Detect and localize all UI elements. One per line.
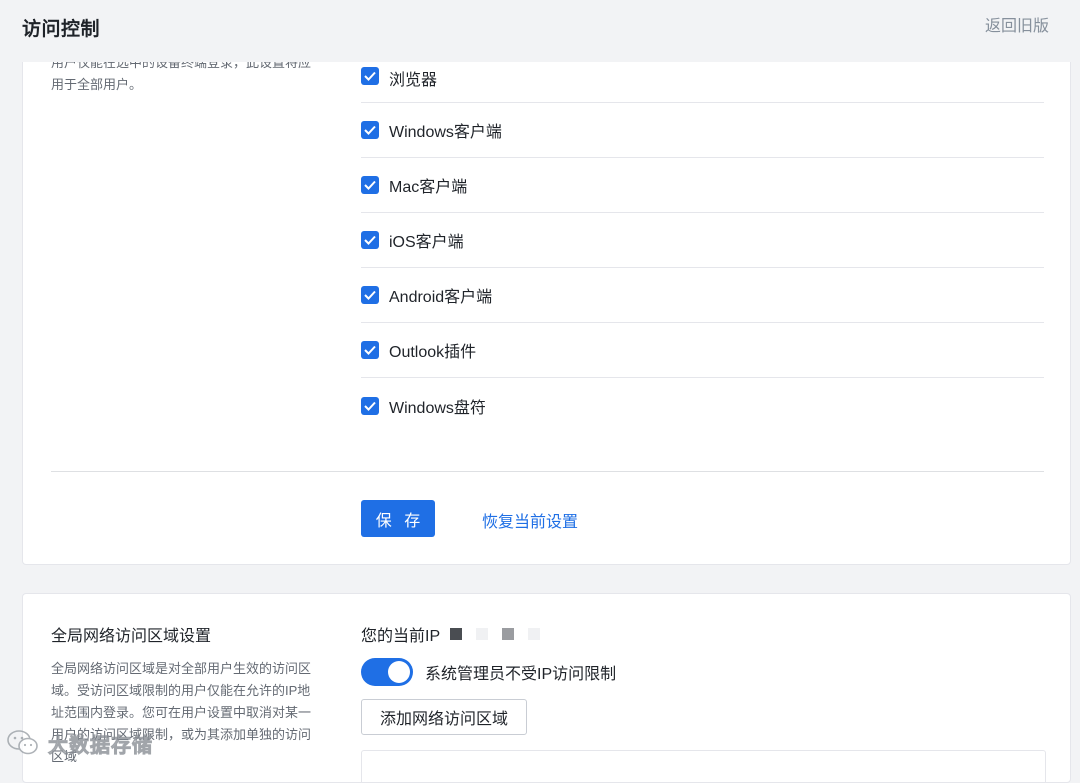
option-label: Windows客户端 bbox=[389, 124, 502, 141]
option-label: Windows盘符 bbox=[389, 399, 486, 417]
wechat-logo-icon bbox=[6, 728, 40, 758]
checkbox-checked-icon[interactable] bbox=[361, 67, 379, 85]
option-mac-client[interactable]: Mac客户端 bbox=[361, 158, 1044, 213]
network-zone-table bbox=[361, 750, 1046, 782]
ip-redacted bbox=[450, 628, 541, 640]
back-to-old-version-link[interactable]: 返回旧版 bbox=[985, 12, 1049, 36]
option-windows-client[interactable]: Windows客户端 bbox=[361, 103, 1044, 158]
add-network-zone-button[interactable]: 添加网络访问区域 bbox=[361, 699, 528, 735]
checkbox-checked-icon[interactable] bbox=[361, 396, 379, 415]
toggle-knob bbox=[388, 661, 410, 683]
option-label: iOS客户端 bbox=[389, 234, 464, 251]
checkbox-checked-icon[interactable] bbox=[361, 286, 379, 304]
save-button[interactable]: 保 存 bbox=[361, 500, 435, 537]
admin-exempt-label: 系统管理员不受IP访问限制 bbox=[425, 666, 617, 683]
checkbox-checked-icon[interactable] bbox=[361, 231, 379, 249]
watermark-text: 大数据存储 bbox=[48, 734, 153, 757]
page-title: 访问控制 bbox=[22, 19, 101, 40]
option-label: Mac客户端 bbox=[389, 179, 468, 196]
device-login-card: 用户仅能在选中的设备终端登录，此设置将应用于全部用户。 浏览器 Windows客… bbox=[22, 40, 1071, 565]
current-ip-row: 您的当前IP bbox=[361, 622, 541, 646]
option-android-client[interactable]: Android客户端 bbox=[361, 268, 1044, 323]
top-bar: 访问控制 返回旧版 bbox=[0, 0, 1080, 62]
checkbox-checked-icon[interactable] bbox=[361, 121, 379, 139]
option-outlook-plugin[interactable]: Outlook插件 bbox=[361, 323, 1044, 378]
watermark: 大数据存储 bbox=[6, 728, 153, 758]
checkbox-checked-icon[interactable] bbox=[361, 176, 379, 194]
option-windows-drive[interactable]: Windows盘符 bbox=[361, 378, 1044, 433]
checkbox-checked-icon[interactable] bbox=[361, 341, 379, 359]
network-zone-card: 全局网络访问区域设置 全局网络访问区域是对全部用户生效的访问区域。受访问区域限制… bbox=[22, 593, 1071, 783]
current-ip-label: 您的当前IP bbox=[361, 628, 441, 645]
device-option-list: 浏览器 Windows客户端 Mac客户端 iOS客户端 Android客户端 bbox=[361, 41, 1044, 433]
divider bbox=[51, 471, 1044, 472]
restore-settings-link[interactable]: 恢复当前设置 bbox=[482, 508, 578, 532]
admin-exempt-toggle[interactable] bbox=[361, 658, 413, 686]
option-label: Outlook插件 bbox=[389, 344, 477, 361]
option-label: 浏览器 bbox=[389, 72, 438, 89]
section-title: 全局网络访问区域设置 bbox=[51, 628, 212, 645]
option-ios-client[interactable]: iOS客户端 bbox=[361, 213, 1044, 268]
admin-exempt-row: 系统管理员不受IP访问限制 bbox=[361, 658, 616, 686]
option-label: Android客户端 bbox=[389, 289, 493, 306]
